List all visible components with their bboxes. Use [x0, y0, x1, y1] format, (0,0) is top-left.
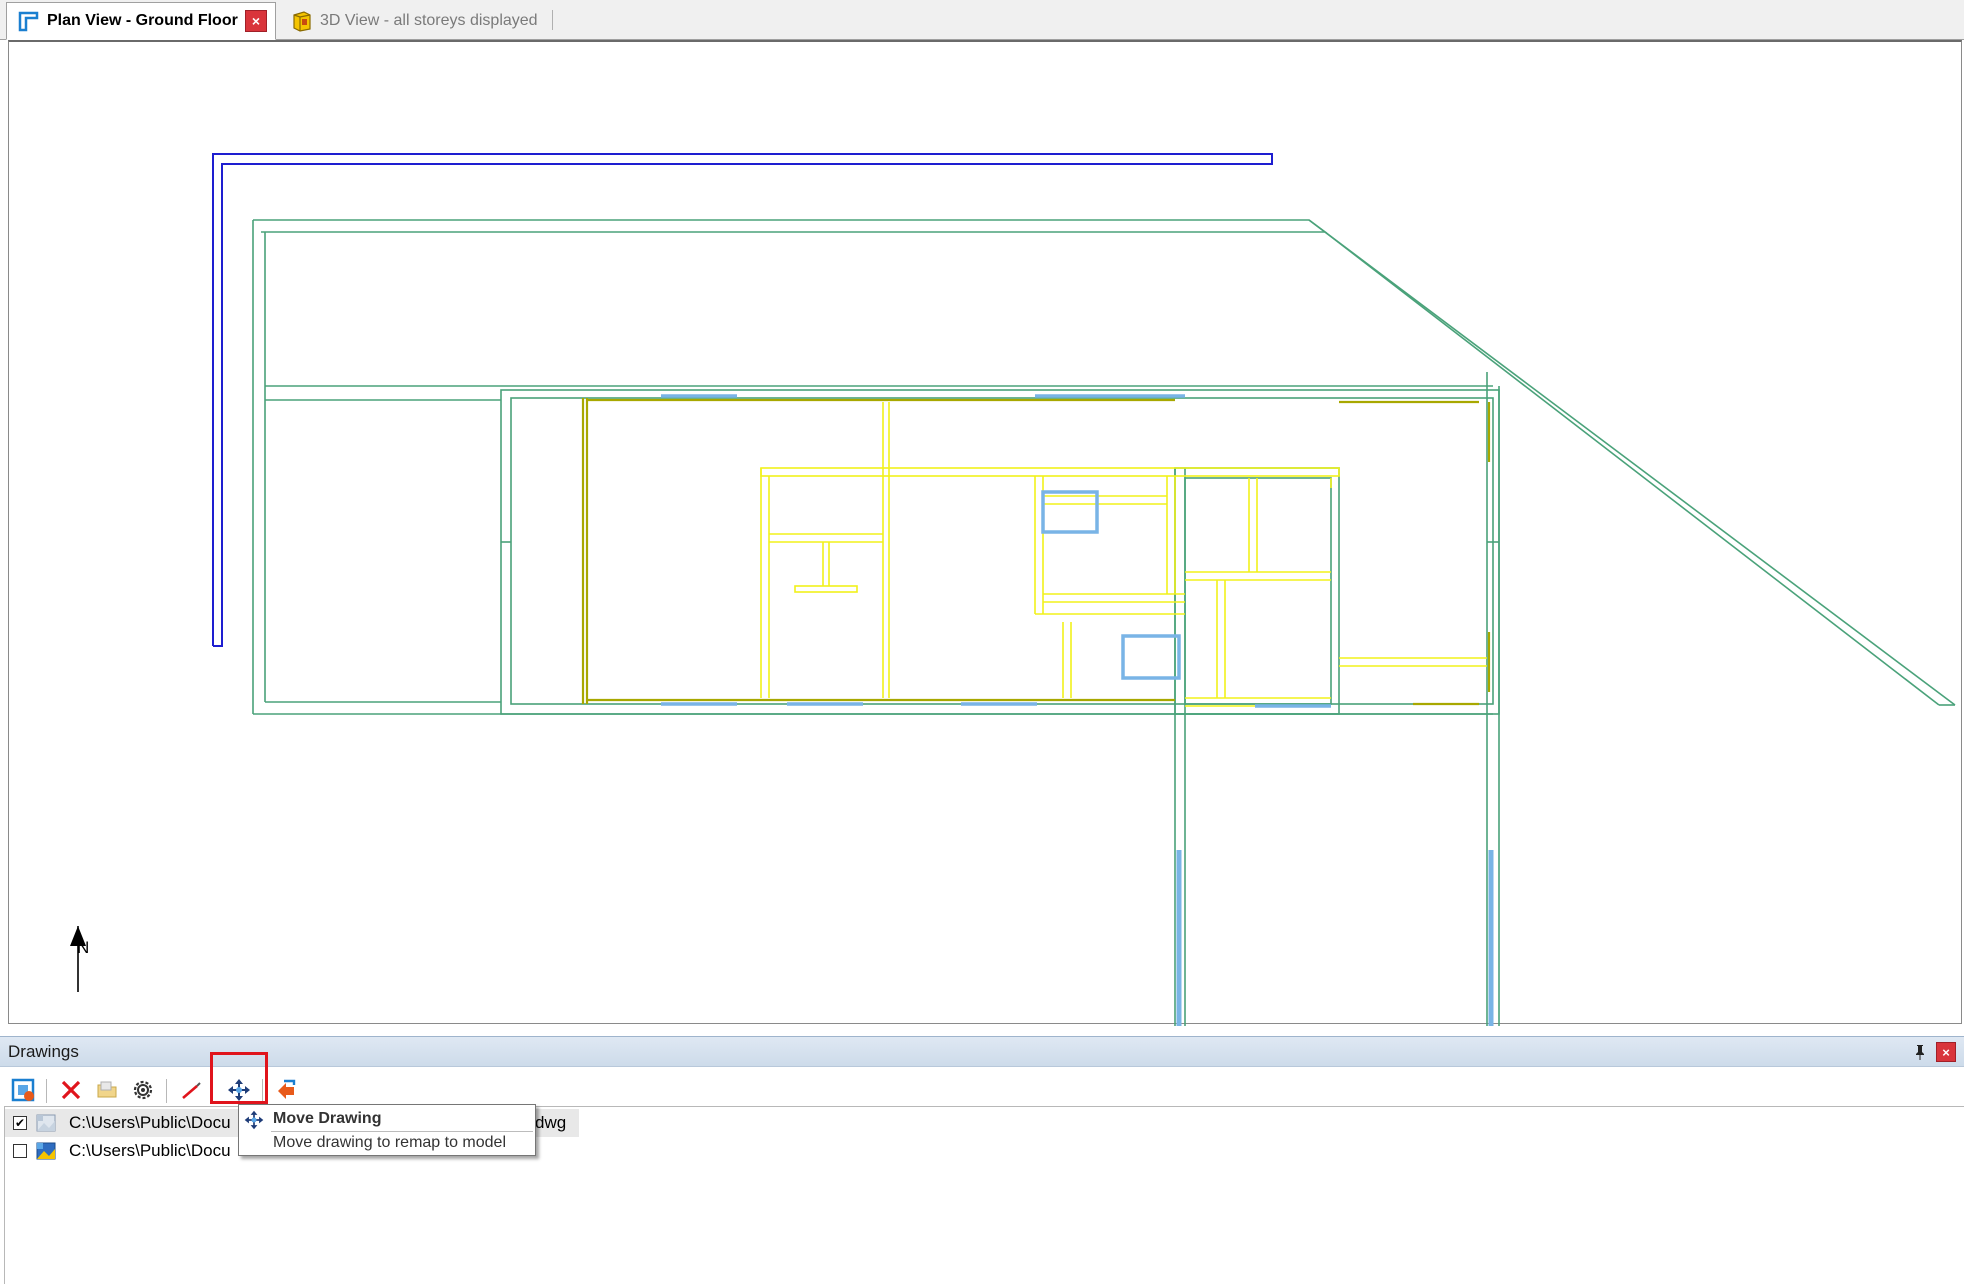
folder-icon [97, 1081, 117, 1098]
add-drawing-button[interactable] [6, 1073, 40, 1107]
pen-icon [182, 1082, 201, 1099]
close-icon: × [1942, 1044, 1950, 1060]
move-drawing-tooltip: Move Drawing Move drawing to remap to mo… [238, 1104, 536, 1156]
pin-icon[interactable] [1912, 1043, 1928, 1061]
drawing-visibility-checkbox[interactable] [13, 1144, 27, 1158]
drawing-visibility-checkbox[interactable]: ✔ [13, 1116, 27, 1130]
tab-3d-view[interactable]: 3D View - all storeys displayed [280, 2, 560, 40]
tab-separator [552, 10, 553, 30]
toolbar-separator [166, 1079, 167, 1103]
north-arrow-icon [70, 926, 86, 992]
panel-title: Drawings [8, 1041, 79, 1061]
tooltip-title: Move Drawing [273, 1110, 382, 1127]
list-item[interactable]: C:\Users\Public\Docu [5, 1137, 231, 1165]
panel-close-button[interactable]: × [1936, 1042, 1956, 1062]
tab-label: 3D View - all storeys displayed [320, 12, 538, 29]
tooltip-divider [271, 1131, 533, 1132]
floor-plan-drawing[interactable] [9, 42, 1963, 1026]
drawing-file-icon [36, 1142, 56, 1160]
tab-plan-view-ground-floor[interactable]: Plan View - Ground Floor × [6, 2, 276, 40]
drawing-settings-button[interactable] [126, 1073, 160, 1107]
toolbar-separator [46, 1079, 47, 1103]
drawing-extension: dwg [535, 1113, 567, 1132]
3d-view-icon [293, 11, 311, 32]
delete-drawing-button[interactable] [54, 1073, 88, 1107]
drawings-panel-header: Drawings × [0, 1037, 1964, 1067]
drawing-path: C:\Users\Public\Docu [69, 1113, 231, 1132]
close-icon: × [251, 13, 261, 29]
gear-icon [133, 1080, 153, 1100]
add-drawing-icon [11, 1078, 35, 1102]
windows [661, 394, 1494, 1026]
move-arrows-icon [244, 1110, 264, 1130]
close-tab-button[interactable]: × [245, 10, 267, 32]
remap-icon [278, 1079, 296, 1099]
delete-icon [61, 1080, 81, 1100]
open-folder-button[interactable] [90, 1073, 124, 1107]
plan-view-canvas[interactable]: N [8, 40, 1963, 1026]
drawings-toolbar [0, 1069, 1964, 1109]
view-tab-bar: Plan View - Ground Floor × 3D View - all… [0, 0, 1964, 40]
plan-view-icon [18, 11, 39, 32]
drawing-path: C:\Users\Public\Docu [69, 1141, 231, 1160]
tab-label: Plan View - Ground Floor [47, 12, 238, 29]
draw-line-button[interactable] [174, 1073, 208, 1107]
outer-walls [252, 219, 1956, 1026]
north-label: N [77, 938, 90, 957]
remap-drawing-button[interactable] [270, 1073, 304, 1107]
tooltip-description: Move drawing to remap to model [273, 1134, 506, 1151]
move-drawing-highlight [210, 1052, 268, 1104]
drawing-file-icon [36, 1114, 56, 1132]
